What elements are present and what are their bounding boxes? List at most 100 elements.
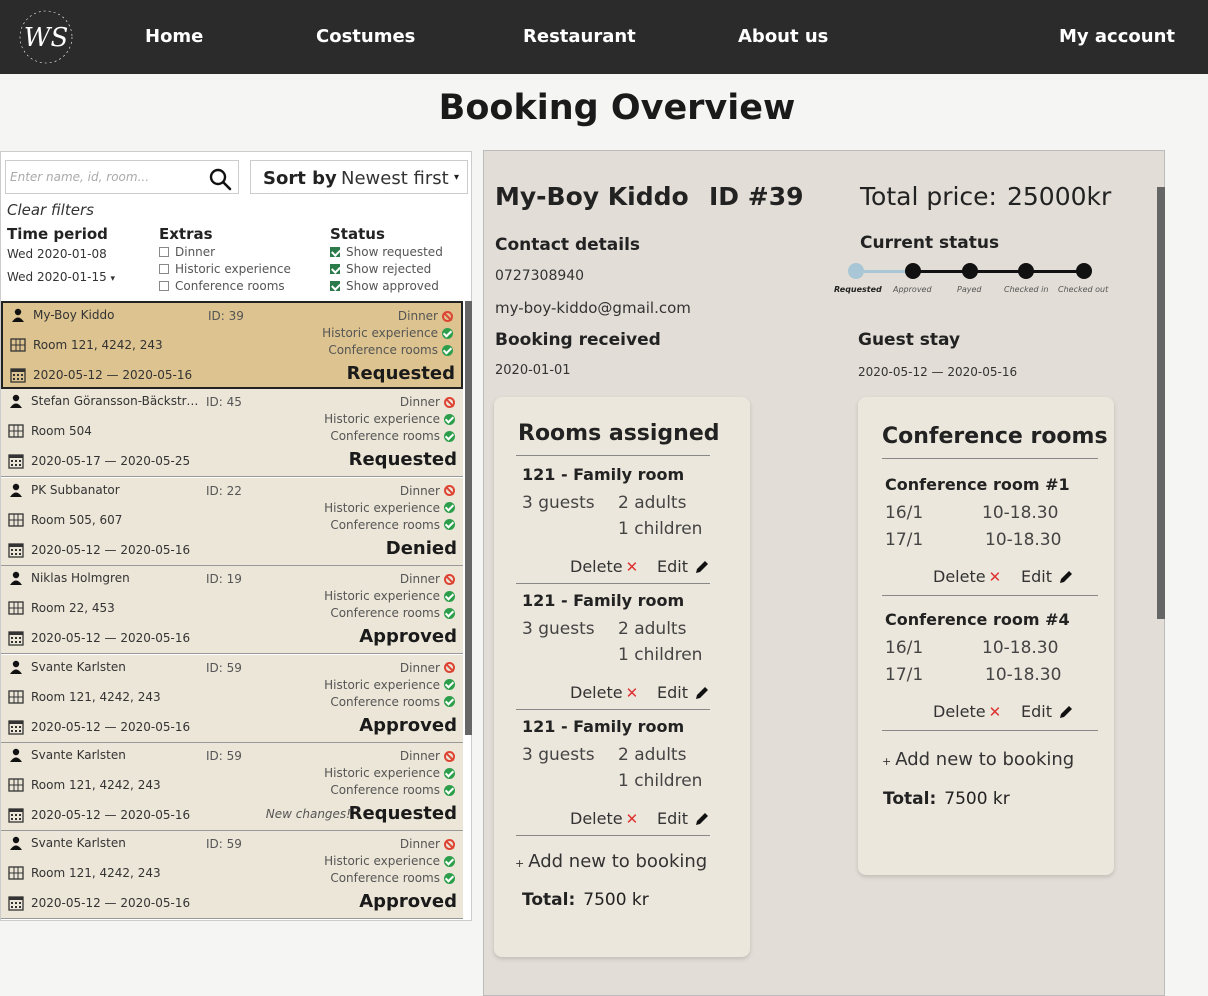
room-guests: 3 guests: [522, 493, 595, 513]
checkbox[interactable]: [159, 264, 169, 274]
search-input[interactable]: [10, 167, 200, 187]
room-list-text: Room 121, 4242, 243: [33, 338, 163, 352]
plus-icon: +: [515, 857, 525, 870]
nav-home[interactable]: Home: [145, 26, 203, 47]
add-conference-button[interactable]: + Add new to booking: [882, 749, 1074, 770]
extras-heading: Extras: [159, 225, 213, 243]
pencil-icon: [695, 560, 708, 573]
add-label: Add new to booking: [895, 749, 1075, 770]
email-address: my-boy-kiddo@gmail.com: [495, 299, 691, 317]
booking-card[interactable]: My-Boy Kiddo ID: 39 Room 121, 4242, 243 202…: [1, 301, 463, 389]
extra-dinner: Dinner: [400, 837, 455, 851]
filter-show-approved[interactable]: Show approved: [330, 279, 439, 293]
date-from[interactable]: Wed 2020-01-08: [7, 247, 107, 261]
booking-list-panel: Sort by Newest first ▾ Clear filters Tim…: [0, 151, 472, 921]
room-list-text: Room 22, 453: [31, 601, 115, 616]
extra-label: Dinner: [399, 572, 440, 587]
filter-show-requested[interactable]: Show requested: [330, 245, 443, 259]
filter-conference-rooms[interactable]: Conference rooms: [159, 279, 285, 293]
nav-restaurant[interactable]: Restaurant: [523, 26, 636, 47]
stay-dates: 2020-05-12 — 2020-05-16: [858, 365, 1018, 379]
declined-icon: [444, 396, 455, 408]
check-icon: [444, 430, 455, 442]
booking-card[interactable]: PK Subbanator ID: 22 Room 505, 607 2020-05-…: [1, 477, 463, 566]
delete-room-button[interactable]: Delete ✕: [570, 557, 638, 576]
delete-label: Delete: [570, 809, 623, 828]
booking-card[interactable]: Svante Karlsten ID: 59 Room 121, 4242, 243…: [1, 831, 463, 920]
room-map-icon: [8, 600, 24, 616]
delete-conference-button[interactable]: Delete ✕: [933, 567, 1001, 586]
scrollbar[interactable]: [465, 301, 472, 735]
delete-conference-button[interactable]: Delete ✕: [933, 702, 1001, 721]
booking-card[interactable]: Stefan Göransson-Bäckström ID: 45 Room 504…: [1, 389, 463, 478]
stay-dates: 2020-05-12 — 2020-05-16: [31, 542, 191, 557]
add-room-button[interactable]: + Add new to booking: [515, 851, 707, 872]
rooms-total: Total: 7500 kr: [522, 890, 649, 910]
edit-conference-button[interactable]: Edit: [1021, 567, 1074, 586]
stay-dates: 2020-05-17 — 2020-05-25: [31, 454, 191, 469]
nav-costumes[interactable]: Costumes: [316, 26, 415, 47]
date-to-dropdown[interactable]: Wed 2020-01-15 ▾: [7, 270, 115, 284]
extra-label: Dinner: [399, 483, 440, 498]
check-icon: [444, 519, 455, 531]
calendar-icon: [8, 542, 24, 558]
booking-card[interactable]: Svante Karlsten ID: 59 Room 121, 4242, 243…: [1, 743, 463, 831]
declined-icon: [444, 750, 455, 762]
total-price-label: Total price:: [860, 182, 997, 211]
timeline-label: Payed: [957, 285, 982, 294]
booking-id: ID #39: [709, 182, 804, 211]
clear-filters-link[interactable]: Clear filters: [7, 201, 94, 219]
extra-conference-rooms: Conference rooms: [330, 518, 455, 532]
slot-hours: 10-18.30: [985, 530, 1062, 550]
extra-dinner: Dinner: [400, 395, 455, 409]
edit-room-button[interactable]: Edit: [657, 809, 710, 828]
nav-my-account[interactable]: My account: [1059, 26, 1175, 47]
checkbox[interactable]: [159, 281, 169, 291]
search-icon[interactable]: [208, 167, 232, 191]
stay-dates: 2020-05-12 — 2020-05-16: [31, 631, 191, 646]
total-price-value: 25000kr: [1006, 182, 1112, 211]
phone-number: 0727308940: [495, 268, 585, 284]
status-badge: Requested: [346, 363, 455, 384]
slot-hours: 10-18.30: [982, 638, 1059, 658]
checkbox[interactable]: [159, 247, 169, 257]
timeline-step-approved: [905, 263, 921, 279]
booking-card[interactable]: Niklas Holmgren ID: 19 Room 22, 453 2020-05…: [1, 566, 463, 655]
extra-conference-rooms: Conference rooms: [330, 695, 455, 709]
declined-icon: [444, 485, 455, 497]
filter-show-rejected[interactable]: Show rejected: [330, 262, 431, 276]
sort-dropdown[interactable]: Sort by Newest first ▾: [250, 160, 468, 194]
checkbox-checked[interactable]: [330, 247, 340, 257]
extra-label: Dinner: [399, 837, 440, 852]
booking-list: My-Boy Kiddo ID: 39 Room 121, 4242, 243 202…: [1, 301, 472, 921]
status-timeline: Requested Approved Payed Checked in Chec…: [834, 261, 1140, 295]
booking-card[interactable]: Svante Karlsten ID: 59 Room 121, 4242, 243…: [1, 654, 463, 743]
received-heading: Booking received: [495, 330, 661, 350]
delete-room-button[interactable]: Delete ✕: [570, 683, 638, 702]
checkbox-checked[interactable]: [330, 281, 340, 291]
timeline-step-payed: [962, 263, 978, 279]
close-icon: ✕: [625, 557, 639, 576]
edit-room-button[interactable]: Edit: [657, 557, 710, 576]
conference-rooms-card: Conference rooms Conference room #1 16/1 1…: [858, 397, 1114, 875]
extra-historic-experience: Historic experience: [322, 326, 453, 340]
sort-value: Newest first: [341, 168, 449, 189]
delete-room-button[interactable]: Delete ✕: [570, 809, 638, 828]
extra-label: Conference rooms: [330, 517, 440, 532]
checkbox-checked[interactable]: [330, 264, 340, 274]
extra-label: Historic experience: [322, 326, 438, 340]
scrollbar[interactable]: [1157, 187, 1165, 619]
filter-historic-experience[interactable]: Historic experience: [159, 262, 291, 276]
filter-dinner[interactable]: Dinner: [159, 245, 215, 259]
extra-dinner: Dinner: [400, 749, 455, 763]
room-adults: 2 adults: [618, 493, 687, 513]
room-title: 121 - Family room: [522, 465, 685, 484]
edit-conference-button[interactable]: Edit: [1021, 702, 1074, 721]
chevron-down-icon: ▾: [110, 274, 116, 284]
edit-room-button[interactable]: Edit: [657, 683, 710, 702]
check-icon: [444, 502, 455, 514]
ws-logo[interactable]: WS: [18, 6, 74, 68]
nav-about-us[interactable]: About us: [738, 26, 828, 47]
extra-conference-rooms: Conference rooms: [330, 783, 455, 797]
close-icon: ✕: [625, 683, 639, 702]
